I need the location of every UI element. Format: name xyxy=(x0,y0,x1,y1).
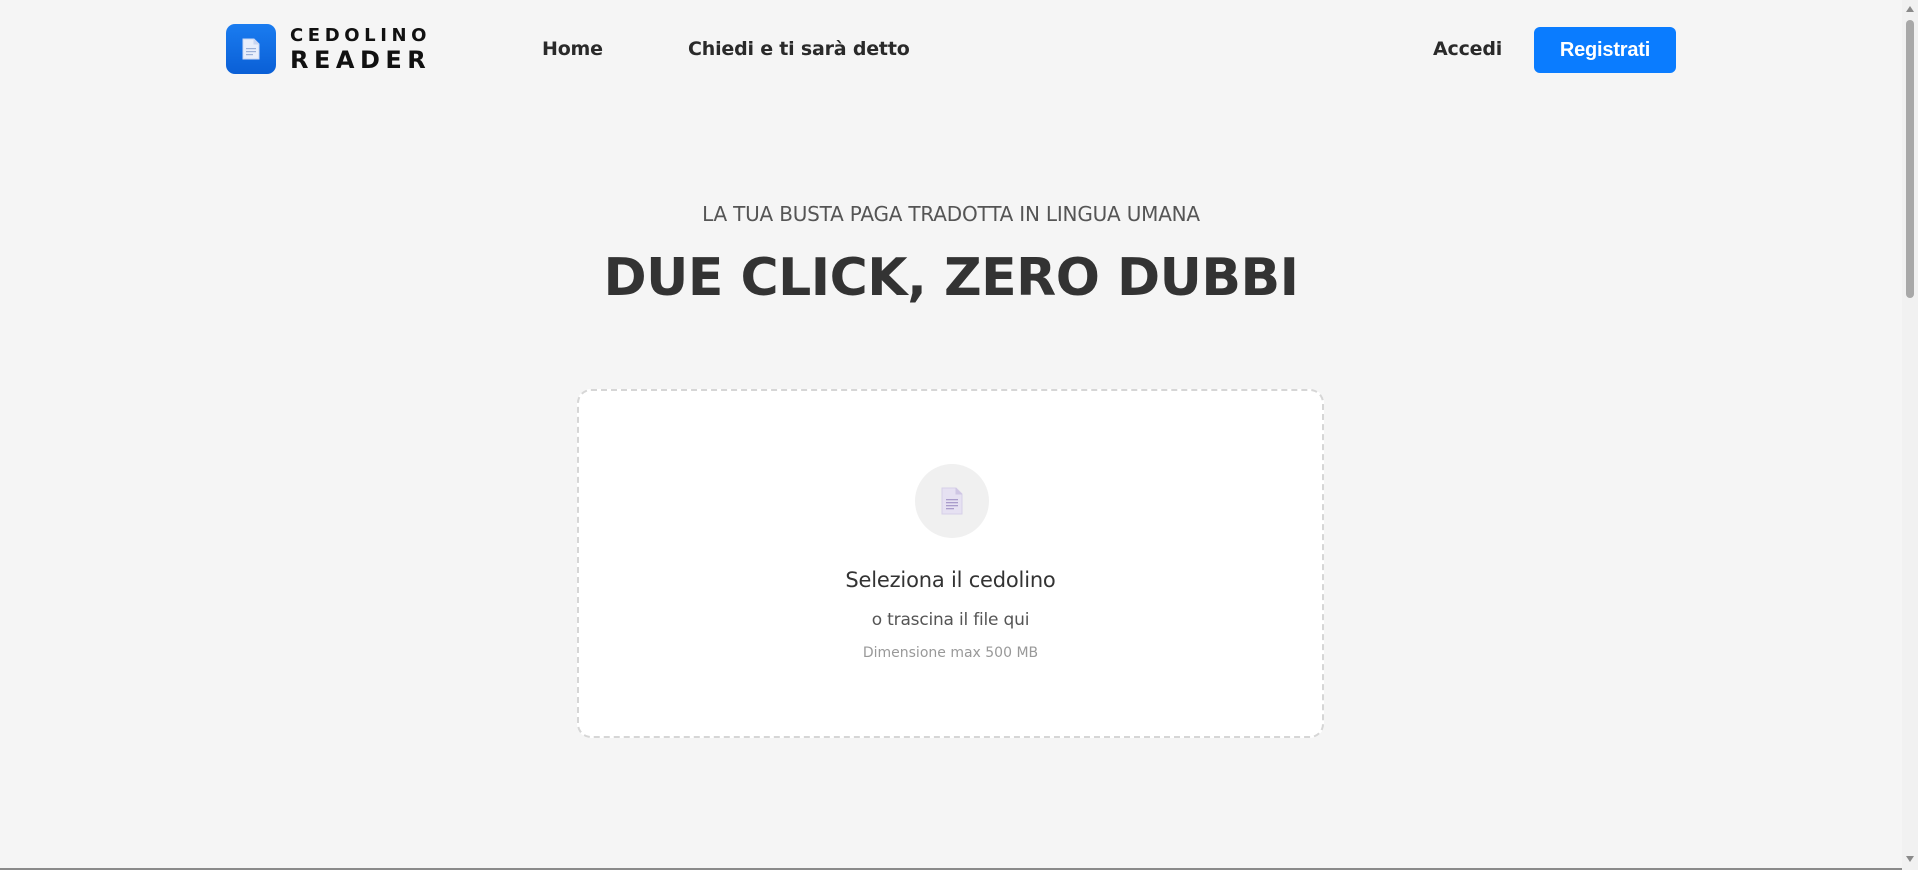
upload-subtitle: o trascina il file qui xyxy=(871,610,1030,630)
hero-title: DUE CLICK, ZERO DUBBI xyxy=(603,248,1299,308)
scroll-down-icon[interactable] xyxy=(1906,856,1914,862)
upload-dropzone[interactable]: Seleziona il cedolino o trascina il file… xyxy=(577,389,1324,738)
vertical-scrollbar[interactable] xyxy=(1902,0,1918,870)
brand-name: CEDOLINO READER xyxy=(290,24,432,74)
scrollbar-thumb[interactable] xyxy=(1906,20,1914,298)
navbar: CEDOLINO READER Home Chiedi e ti sarà de… xyxy=(0,0,1898,104)
brand-logo[interactable]: CEDOLINO READER xyxy=(226,24,431,74)
upload-size-limit: Dimensione max 500 MB xyxy=(862,645,1039,661)
hero-subtitle: LA TUA BUSTA PAGA TRADOTTA IN LINGUA UMA… xyxy=(702,202,1200,226)
nav-link-home[interactable]: Home xyxy=(542,38,603,60)
document-icon xyxy=(226,24,276,74)
file-icon xyxy=(915,464,989,538)
page: CEDOLINO READER Home Chiedi e ti sarà de… xyxy=(0,0,1918,870)
login-link[interactable]: Accedi xyxy=(1433,38,1502,60)
brand-name-bottom: READER xyxy=(290,45,432,74)
nav-link-chiedi[interactable]: Chiedi e ti sarà detto xyxy=(688,38,910,60)
register-button[interactable]: Registrati xyxy=(1534,27,1676,73)
brand-name-top: CEDOLINO xyxy=(290,24,432,46)
scroll-up-icon[interactable] xyxy=(1906,6,1914,12)
upload-title: Seleziona il cedolino xyxy=(845,568,1056,592)
